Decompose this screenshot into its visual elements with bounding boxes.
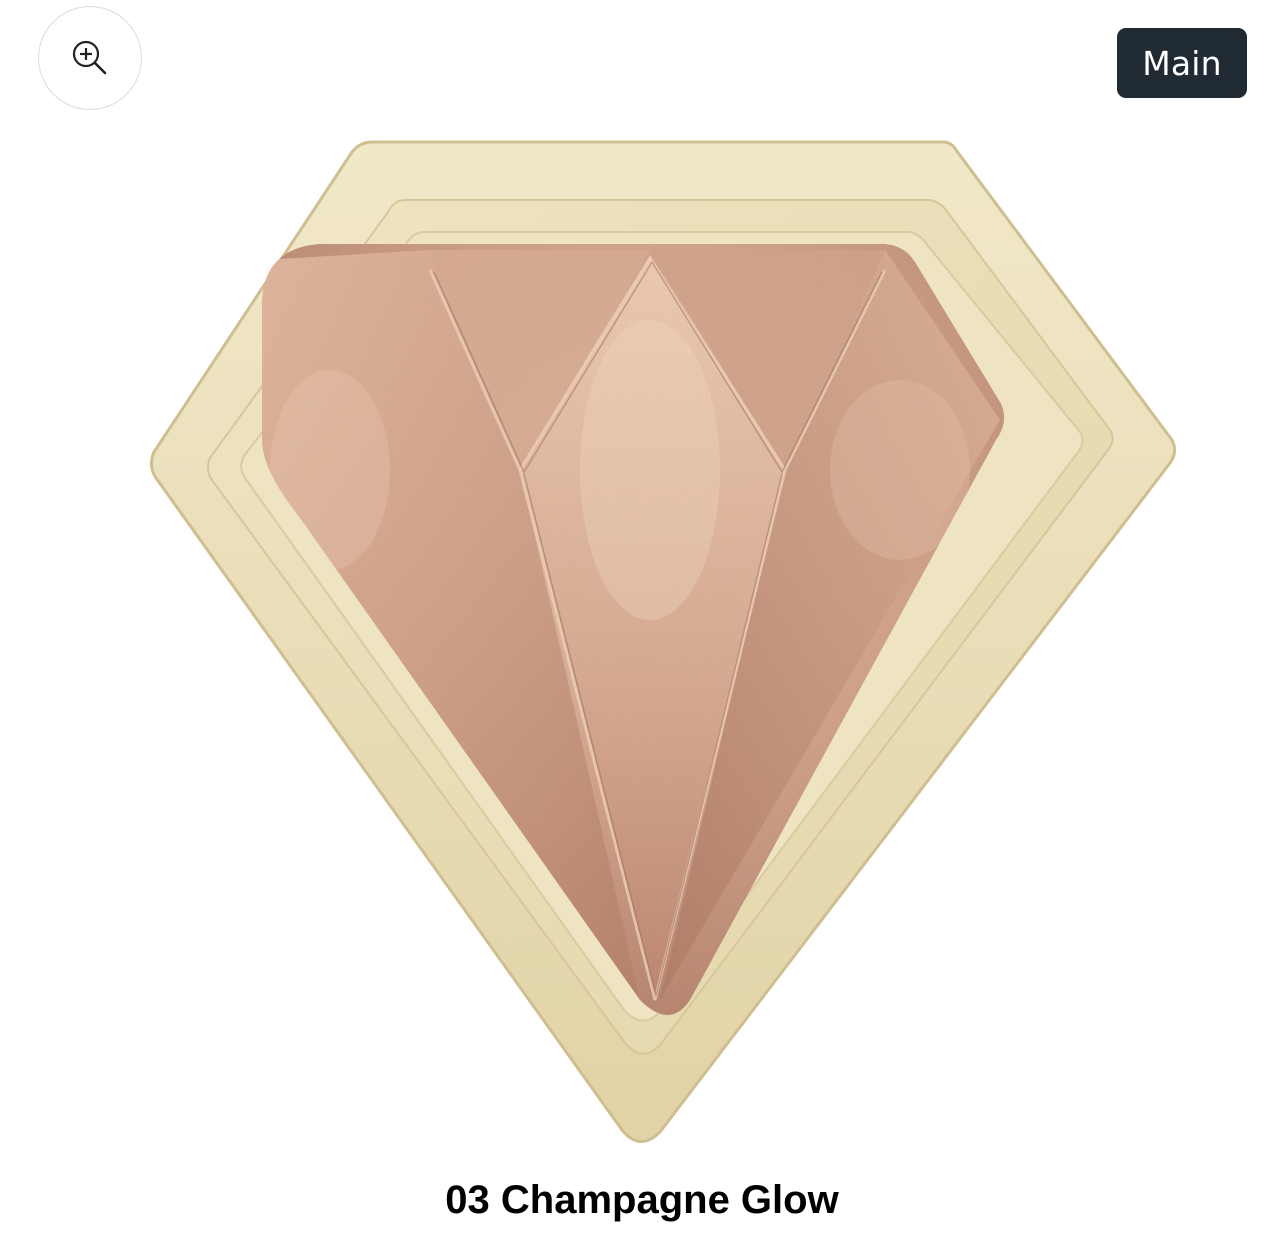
- case-outer: [149, 140, 1177, 1143]
- case-rim: [206, 199, 1114, 1055]
- zoom-in-icon: [68, 36, 112, 80]
- pan-well: [240, 231, 1084, 1022]
- zoom-button[interactable]: [38, 6, 142, 110]
- main-image-badge: Main: [1117, 28, 1247, 98]
- product-photo: [149, 140, 1177, 1143]
- shade-name-caption: 03 Champagne Glow: [445, 1178, 839, 1222]
